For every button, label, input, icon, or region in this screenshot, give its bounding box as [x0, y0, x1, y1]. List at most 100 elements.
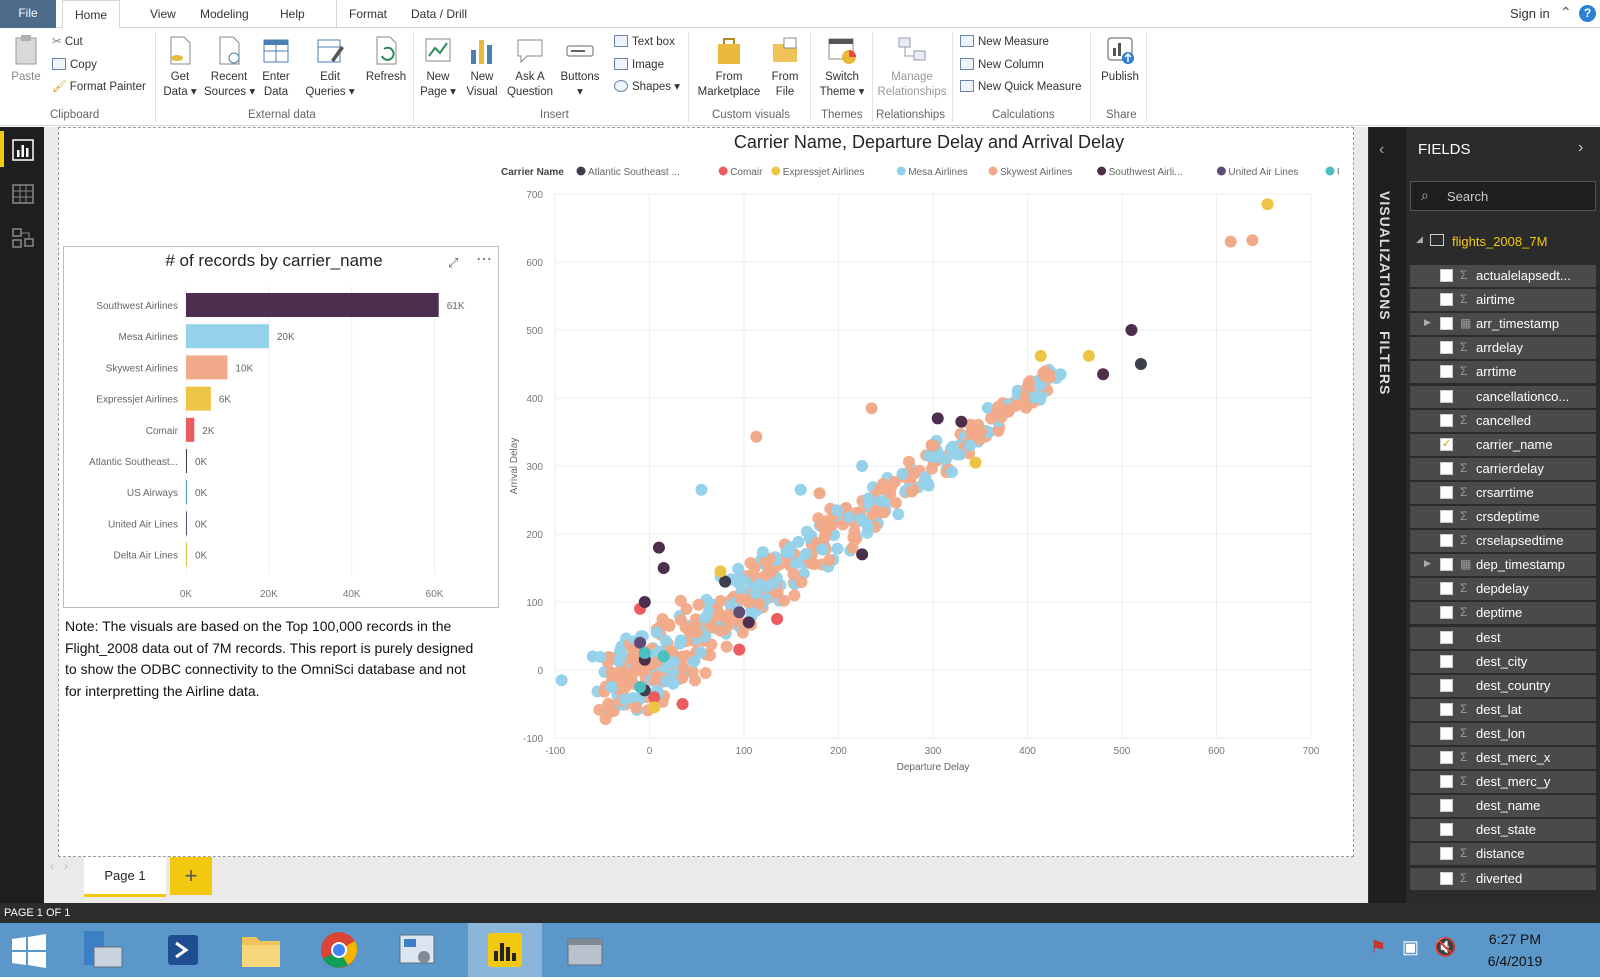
field-item[interactable]: Σdest_merc_x: [1410, 747, 1596, 769]
taskbar-chrome[interactable]: [302, 923, 376, 977]
bar-chart-visual[interactable]: # of records by carrier_name ⤢ ⋯ 0K 20K 40…: [63, 246, 499, 608]
field-checkbox[interactable]: [1440, 341, 1453, 355]
tab-format[interactable]: Format: [336, 0, 399, 28]
new-measure-button[interactable]: New Measure: [960, 35, 1049, 49]
buttons-button[interactable]: Buttons ▾: [560, 34, 600, 100]
format-painter-button[interactable]: 🖌 Format Painter: [52, 80, 146, 94]
expand-triangle-icon[interactable]: ◢: [1416, 234, 1423, 245]
field-item[interactable]: dest_country: [1410, 674, 1596, 697]
data-view-icon[interactable]: [12, 183, 34, 208]
field-checkbox[interactable]: [1440, 847, 1453, 861]
field-checkbox[interactable]: [1440, 871, 1453, 885]
from-marketplace-button[interactable]: From Marketplace: [694, 34, 764, 100]
tab-data-drill[interactable]: Data / Drill: [399, 0, 479, 28]
field-item[interactable]: Σdest_lat: [1410, 698, 1596, 721]
field-checkbox[interactable]: [1440, 582, 1453, 596]
visualizations-label[interactable]: VISUALIZATIONS: [1377, 191, 1393, 321]
filters-label[interactable]: FILTERS: [1377, 331, 1393, 395]
field-item[interactable]: ▶ ▦ arr_timestamp: [1410, 313, 1596, 336]
field-checkbox[interactable]: [1440, 293, 1453, 307]
field-checkbox[interactable]: [1440, 534, 1453, 548]
field-checkbox[interactable]: [1440, 823, 1453, 837]
field-item[interactable]: Σdest_merc_y: [1410, 771, 1596, 794]
cut-button[interactable]: ✂ Cut: [52, 35, 83, 49]
speaker-muted-icon[interactable]: 🔇: [1434, 937, 1456, 958]
help-icon[interactable]: ?: [1579, 5, 1596, 22]
field-checkbox[interactable]: [1440, 799, 1453, 813]
field-checkbox[interactable]: ✓: [1440, 437, 1453, 451]
field-item[interactable]: cancellationco...: [1410, 385, 1596, 408]
field-checkbox[interactable]: [1440, 726, 1453, 740]
field-item[interactable]: Σactualelapsedt...: [1410, 265, 1596, 287]
tab-modeling[interactable]: Modeling: [188, 0, 261, 28]
taskbar-file-explorer[interactable]: [224, 923, 298, 977]
field-checkbox[interactable]: [1440, 630, 1453, 644]
new-page-button[interactable]: New Page ▾: [420, 34, 456, 100]
field-checkbox[interactable]: [1440, 751, 1453, 764]
field-item[interactable]: Σarrdelay: [1410, 337, 1596, 360]
sign-in-link[interactable]: Sign in: [1510, 6, 1550, 21]
edit-queries-button[interactable]: Edit Queries ▾: [305, 34, 355, 100]
field-item[interactable]: dest_city: [1410, 650, 1596, 673]
field-checkbox[interactable]: [1440, 365, 1453, 379]
collapse-fields-icon[interactable]: ›: [1578, 139, 1583, 157]
field-item[interactable]: Σcancelled: [1410, 409, 1596, 432]
from-file-button[interactable]: From File: [768, 34, 802, 100]
switch-theme-button[interactable]: Switch Theme ▾: [818, 34, 866, 100]
image-button[interactable]: Image: [614, 58, 664, 72]
action-center-flag-icon[interactable]: ⚑: [1370, 937, 1386, 958]
field-item[interactable]: ✓ carrier_name: [1410, 433, 1596, 456]
field-checkbox[interactable]: [1440, 702, 1453, 716]
network-icon[interactable]: ▣: [1402, 937, 1419, 958]
collapse-ribbon-icon[interactable]: ⌃: [1560, 4, 1572, 21]
field-item[interactable]: ▶ ▦ dep_timestamp: [1410, 554, 1596, 577]
publish-button[interactable]: Publish: [1098, 34, 1142, 85]
prev-page-icon[interactable]: ‹: [50, 859, 54, 873]
visualizations-pane-collapsed[interactable]: ‹ VISUALIZATIONS FILTERS: [1368, 127, 1406, 903]
field-checkbox[interactable]: [1440, 413, 1453, 427]
expand-field-icon[interactable]: ▶: [1424, 558, 1431, 569]
get-data-button[interactable]: Get Data ▾: [162, 34, 198, 100]
field-checkbox[interactable]: [1440, 678, 1453, 692]
field-checkbox[interactable]: [1440, 606, 1453, 620]
taskbar-clock[interactable]: 6:27 PM 6/4/2019: [1470, 928, 1560, 972]
add-page-button[interactable]: +: [170, 857, 212, 895]
field-item[interactable]: dest_state: [1410, 819, 1596, 842]
field-item[interactable]: Σcrselapsedtime: [1410, 530, 1596, 553]
model-view-icon[interactable]: [12, 227, 34, 252]
enter-data-button[interactable]: Enter Data: [260, 34, 292, 100]
taskbar-server-manager[interactable]: [66, 923, 140, 977]
field-checkbox[interactable]: [1440, 389, 1453, 403]
field-checkbox[interactable]: [1440, 558, 1453, 572]
field-item[interactable]: Σdistance: [1410, 843, 1596, 866]
field-checkbox[interactable]: [1440, 654, 1453, 668]
recent-sources-button[interactable]: Recent Sources ▾: [204, 34, 255, 100]
table-node[interactable]: ◢ flights_2008_7M: [1410, 229, 1596, 253]
next-page-icon[interactable]: ›: [64, 859, 68, 873]
taskbar-power-bi[interactable]: [468, 923, 542, 977]
tab-file[interactable]: File: [0, 0, 56, 28]
new-column-button[interactable]: New Column: [960, 58, 1044, 72]
search-box[interactable]: ⌕ Search: [1410, 181, 1596, 211]
field-item[interactable]: dest_name: [1410, 795, 1596, 818]
taskbar-toolbox[interactable]: [548, 923, 622, 977]
tab-view[interactable]: View: [138, 0, 188, 28]
field-item[interactable]: dest: [1410, 626, 1596, 649]
ask-question-button[interactable]: Ask A Question: [506, 34, 554, 100]
field-checkbox[interactable]: [1440, 461, 1453, 475]
shapes-button[interactable]: Shapes ▾: [614, 80, 680, 94]
field-item[interactable]: Σarrtime: [1410, 361, 1596, 384]
field-item[interactable]: Σcrsdeptime: [1410, 506, 1596, 528]
taskbar-odbc-admin[interactable]: [380, 923, 454, 977]
expand-field-icon[interactable]: ▶: [1424, 317, 1431, 328]
refresh-button[interactable]: Refresh: [365, 34, 407, 85]
field-checkbox[interactable]: [1440, 510, 1453, 523]
report-view-icon[interactable]: [12, 139, 34, 164]
field-item[interactable]: Σdepdelay: [1410, 578, 1596, 601]
field-checkbox[interactable]: [1440, 269, 1453, 282]
field-item[interactable]: Σcarrierdelay: [1410, 457, 1596, 480]
field-item[interactable]: Σdeptime: [1410, 602, 1596, 625]
field-checkbox[interactable]: [1440, 317, 1453, 331]
field-item[interactable]: Σcrsarrtime: [1410, 481, 1596, 504]
taskbar-powershell[interactable]: [146, 923, 220, 977]
